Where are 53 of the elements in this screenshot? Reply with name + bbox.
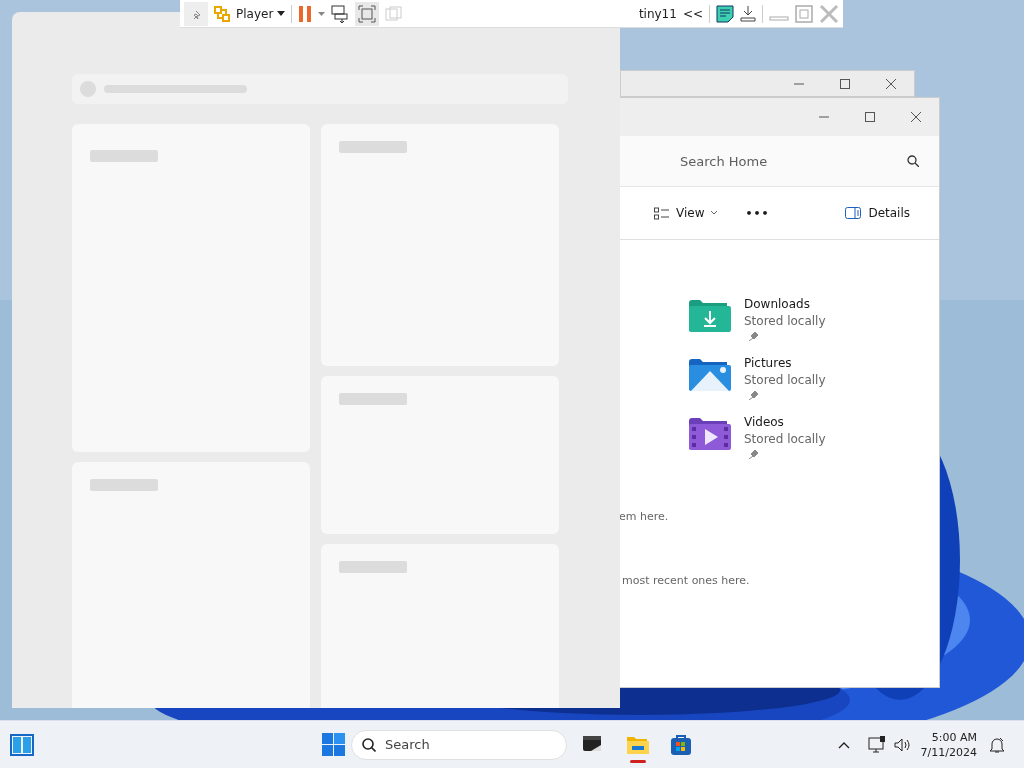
notification-bell-icon[interactable] bbox=[989, 735, 1005, 754]
caret-icon[interactable] bbox=[318, 11, 326, 16]
monitor-icon bbox=[331, 4, 350, 23]
folder-status: Stored locally bbox=[744, 314, 826, 328]
fullscreen-button[interactable] bbox=[355, 1, 380, 26]
note-icon bbox=[716, 4, 734, 23]
vm-name: tiny11 bbox=[638, 6, 677, 21]
widgets-icon[interactable] bbox=[10, 733, 34, 756]
quick-access-item[interactable]: Pictures Stored locally bbox=[689, 355, 939, 400]
clock-date[interactable]: 7/11/2024 bbox=[920, 744, 977, 760]
details-pane-icon bbox=[845, 207, 862, 219]
videos-folder-icon bbox=[689, 417, 731, 451]
search-icon bbox=[362, 737, 376, 752]
message-text: em here. bbox=[619, 510, 670, 523]
network-icon[interactable] bbox=[867, 736, 886, 753]
pin-button[interactable] bbox=[184, 1, 208, 26]
close-icon bbox=[911, 112, 921, 122]
pictures-folder-icon bbox=[689, 358, 731, 392]
details-button[interactable]: Details bbox=[841, 202, 914, 224]
vmware-logo-icon bbox=[214, 5, 230, 22]
download-icon bbox=[740, 5, 756, 22]
download-folder-icon bbox=[689, 299, 731, 333]
caret-icon bbox=[277, 11, 286, 16]
maximize-icon bbox=[865, 112, 875, 122]
search-icon bbox=[907, 155, 919, 167]
list-view-icon bbox=[654, 206, 669, 220]
pause-icon bbox=[298, 5, 313, 22]
folder-status: Stored locally bbox=[744, 373, 826, 387]
clock-time[interactable]: 5:00 AM bbox=[931, 729, 977, 745]
view-button[interactable]: View bbox=[650, 202, 722, 224]
chevron-down-icon bbox=[711, 211, 718, 215]
quick-access-item[interactable]: Videos Stored locally bbox=[689, 414, 939, 459]
volume-icon[interactable] bbox=[893, 736, 911, 753]
close-icon bbox=[819, 3, 839, 24]
minimize-icon bbox=[769, 16, 789, 21]
folder-name: Pictures bbox=[744, 356, 793, 370]
search-field[interactable]: Search bbox=[351, 729, 567, 760]
more-button[interactable]: ••• bbox=[741, 202, 774, 224]
windows-start-icon[interactable] bbox=[322, 733, 345, 756]
collapse-button[interactable]: << bbox=[682, 1, 703, 26]
folder-status: Stored locally bbox=[744, 432, 826, 446]
restore-icon bbox=[795, 4, 813, 23]
folder-name: Downloads bbox=[744, 297, 811, 311]
maximize-icon bbox=[840, 78, 850, 89]
store-icon bbox=[670, 733, 694, 756]
chevron-up-icon[interactable] bbox=[837, 740, 850, 749]
close-icon bbox=[886, 78, 896, 89]
quick-access-item[interactable]: Downloads Stored locally bbox=[689, 296, 939, 341]
message-text: most recent ones here. bbox=[622, 574, 751, 587]
folder-name: Videos bbox=[744, 415, 785, 429]
player-menu[interactable]: Player bbox=[236, 1, 286, 26]
windows-icon bbox=[385, 6, 403, 21]
fullscreen-icon bbox=[358, 4, 377, 23]
